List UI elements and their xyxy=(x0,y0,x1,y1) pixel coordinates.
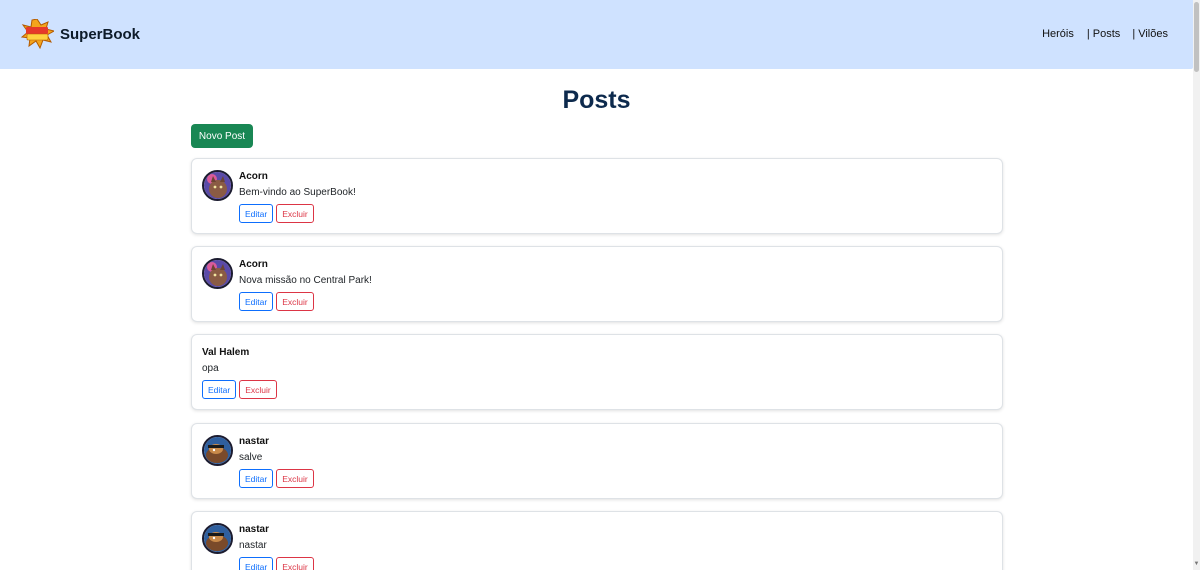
post-author: nastar xyxy=(239,524,270,535)
post-author: Acorn xyxy=(239,259,268,270)
avatar xyxy=(202,523,233,554)
post-content: nastar xyxy=(239,540,267,551)
post-author: Val Halem xyxy=(202,347,250,358)
delete-button[interactable]: Excluir xyxy=(276,557,314,570)
edit-button[interactable]: Editar xyxy=(202,380,237,399)
edit-button[interactable]: Editar xyxy=(239,469,274,488)
delete-button[interactable]: Excluir xyxy=(239,380,277,399)
post-card: nastar nastar Editar Excluir xyxy=(191,511,1003,570)
nav-link-herois[interactable]: Heróis xyxy=(1042,28,1074,40)
superbook-logo-icon xyxy=(20,18,56,50)
brand[interactable]: SuperBook xyxy=(20,18,141,50)
delete-button[interactable]: Excluir xyxy=(276,469,314,488)
post-actions: Editar Excluir xyxy=(202,380,277,399)
avatar xyxy=(202,435,233,466)
post-actions: Editar Excluir xyxy=(239,469,314,488)
post-card: Acorn Bem-vindo ao SuperBook! Editar Exc… xyxy=(191,158,1003,234)
navbar: SuperBook Heróis | Posts | Vilões xyxy=(0,0,1193,69)
edit-button[interactable]: Editar xyxy=(239,204,274,223)
new-post-button[interactable]: Novo Post xyxy=(191,124,253,148)
post-actions: Editar Excluir xyxy=(239,292,372,311)
post-body: nastar salve Editar Excluir xyxy=(239,436,314,488)
nav-link-viloes[interactable]: | Vilões xyxy=(1132,28,1168,40)
post-content: salve xyxy=(239,452,263,463)
delete-button[interactable]: Excluir xyxy=(276,204,314,223)
post-body: Acorn Bem-vindo ao SuperBook! Editar Exc… xyxy=(239,171,356,223)
post-body: nastar nastar Editar Excluir xyxy=(239,524,314,570)
post-body: Val Halem opa Editar Excluir xyxy=(202,347,277,399)
nav-links: Heróis | Posts | Vilões xyxy=(1042,28,1168,40)
post-content: Bem-vindo ao SuperBook! xyxy=(239,187,356,198)
avatar xyxy=(202,170,233,201)
post-author: nastar xyxy=(239,436,270,447)
post-content: Nova missão no Central Park! xyxy=(239,275,372,286)
post-card: Val Halem opa Editar Excluir xyxy=(191,334,1003,410)
page-title: Posts xyxy=(562,86,631,114)
nav-link-posts[interactable]: | Posts xyxy=(1087,28,1120,40)
post-actions: Editar Excluir xyxy=(239,557,314,570)
post-content: opa xyxy=(202,363,219,374)
brand-name: SuperBook xyxy=(60,25,141,43)
scroll-down-arrow-icon[interactable]: ▼ xyxy=(1193,561,1200,568)
post-card: nastar salve Editar Excluir xyxy=(191,423,1003,499)
post-author: Acorn xyxy=(239,171,268,182)
page-scrollbar[interactable]: ▼ xyxy=(1193,0,1200,570)
post-card: Acorn Nova missão no Central Park! Edita… xyxy=(191,246,1003,322)
post-actions: Editar Excluir xyxy=(239,204,356,223)
post-body: Acorn Nova missão no Central Park! Edita… xyxy=(239,259,372,311)
avatar xyxy=(202,258,233,289)
edit-button[interactable]: Editar xyxy=(239,557,274,570)
delete-button[interactable]: Excluir xyxy=(276,292,314,311)
scrollbar-thumb[interactable] xyxy=(1194,2,1199,72)
edit-button[interactable]: Editar xyxy=(239,292,274,311)
